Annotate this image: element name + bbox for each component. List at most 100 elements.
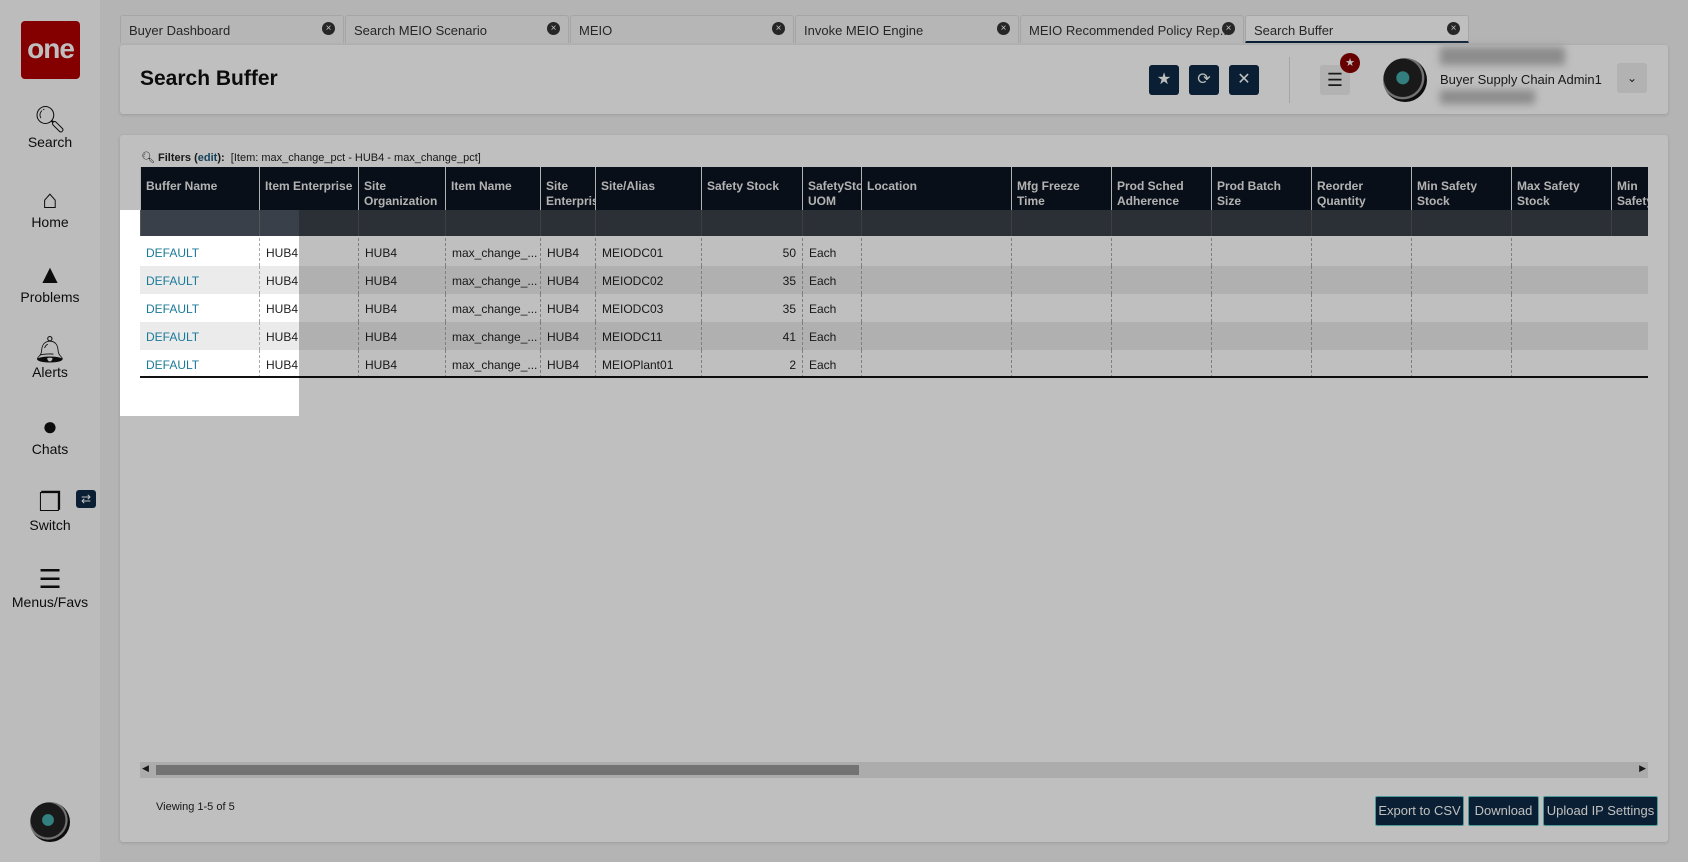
table-cell: HUB4 [358, 322, 445, 350]
table-cell: 2 [701, 350, 802, 378]
column-filter-input[interactable] [358, 210, 445, 236]
menu-icon: ☰ [38, 564, 62, 594]
tab-buyer-dashboard[interactable]: Buyer Dashboard × [120, 15, 344, 43]
table-cell: 50 [701, 238, 802, 266]
column-filter-input[interactable] [1111, 210, 1211, 236]
sidebar-item-menus-favs[interactable]: ☰ Menus/Favs [0, 564, 100, 610]
table-cell [1311, 294, 1411, 322]
column-filter-input[interactable] [1611, 210, 1648, 236]
table-cell: max_change_... [445, 322, 540, 350]
table-cell [1511, 238, 1611, 266]
warning-icon: ▲ [37, 259, 63, 289]
table-cell [1211, 266, 1311, 294]
table-cell: HUB4 [540, 322, 595, 350]
tab-search-buffer[interactable]: Search Buffer × [1245, 15, 1469, 43]
sidebar-item-home[interactable]: ⌂ Home [0, 184, 100, 230]
table-cell: MEIOPlant01 [595, 350, 701, 378]
chevron-down-icon: ⌄ [1626, 71, 1638, 85]
table-cell [1011, 266, 1111, 294]
close-tab-icon[interactable]: × [1447, 22, 1460, 35]
column-filter-input[interactable] [701, 210, 802, 236]
user-avatar[interactable] [1383, 58, 1427, 102]
upload-ip-settings-button[interactable]: Upload IP Settings [1543, 796, 1658, 826]
table-cell: Each [802, 350, 861, 378]
column-filter-input[interactable] [861, 210, 1011, 236]
tab-meio-recommended-policy-rep-[interactable]: MEIO Recommended Policy Rep... × [1020, 15, 1244, 43]
sidebar-item-chats[interactable]: ● Chats [0, 411, 100, 457]
buffer-name-link[interactable]: DEFAULT [140, 238, 259, 266]
tab-label: Search Buffer [1254, 23, 1334, 38]
sidebar-item-alerts[interactable]: 🔔︎ Alerts [0, 334, 100, 380]
user-avatar[interactable] [30, 802, 70, 842]
column-filter-input[interactable] [1211, 210, 1311, 236]
buffer-name-link[interactable]: DEFAULT [140, 294, 259, 322]
close-tab-icon[interactable]: × [547, 22, 560, 35]
scroll-left-icon[interactable]: ◀ [142, 763, 149, 774]
sidebar-item-label: Chats [31, 441, 69, 457]
chat-icon: ● [42, 411, 58, 441]
table-cell [861, 294, 1011, 322]
page-header: Search Buffer ★ ⟳ ✕ ☰ ★ Buyer Supply Cha… [120, 45, 1668, 114]
close-tab-icon[interactable]: × [772, 22, 785, 35]
scroll-right-icon[interactable]: ▶ [1639, 763, 1646, 774]
table-cell [1211, 294, 1311, 322]
column-filter-input[interactable] [1511, 210, 1611, 236]
close-page-button[interactable]: ✕ [1229, 65, 1259, 95]
app-logo[interactable]: one [21, 21, 80, 79]
favorites-badge-star-icon: ★ [1340, 53, 1360, 73]
buffer-name-link[interactable]: DEFAULT [140, 322, 259, 350]
buffer-name-link[interactable]: DEFAULT [140, 350, 259, 378]
table-cell: MEIODC02 [595, 266, 701, 294]
menu-icon: ☰ [1326, 70, 1344, 90]
table-cell [1011, 350, 1111, 378]
column-filter-input[interactable] [1311, 210, 1411, 236]
column-filter-input[interactable] [802, 210, 861, 236]
column-filter-input[interactable] [140, 210, 259, 236]
table-cell [1111, 266, 1211, 294]
column-filter-input[interactable] [259, 210, 358, 236]
tab-search-meio-scenario[interactable]: Search MEIO Scenario × [345, 15, 569, 43]
tab-meio[interactable]: MEIO × [570, 15, 794, 43]
sidebar-item-label: Search [27, 134, 73, 150]
horizontal-scrollbar[interactable]: ◀ ▶ [140, 762, 1648, 778]
sidebar-item-label: Switch [29, 517, 71, 533]
table-cell: Each [802, 266, 861, 294]
sidebar-item-search[interactable]: 🔍︎ Search [0, 104, 100, 150]
search-icon: 🔍︎ [33, 104, 67, 134]
close-tab-icon[interactable]: × [322, 22, 335, 35]
table-cell [1511, 266, 1611, 294]
tab-label: Search MEIO Scenario [354, 23, 487, 38]
sidebar-item-problems[interactable]: ▲ Problems [0, 259, 100, 305]
table-row: DEFAULT HUB4 HUB4 max_change_... HUB4 MEIODC0… [140, 266, 1648, 294]
table-cell [1111, 238, 1211, 266]
table-cell [861, 238, 1011, 266]
buffer-name-link[interactable]: DEFAULT [140, 266, 259, 294]
column-filter-input[interactable] [595, 210, 701, 236]
export-csv-button[interactable]: Export to CSV [1375, 796, 1464, 826]
column-filter-input[interactable] [1011, 210, 1111, 236]
tab-invoke-meio-engine[interactable]: Invoke MEIO Engine × [795, 15, 1019, 43]
table-cell: HUB4 [358, 350, 445, 378]
scrollbar-thumb[interactable] [156, 765, 859, 775]
table-cell [861, 266, 1011, 294]
table-row: DEFAULT HUB4 HUB4 max_change_... HUB4 MEIODC1… [140, 322, 1648, 350]
table-cell [1011, 294, 1111, 322]
user-menu-dropdown[interactable]: ⌄ [1617, 63, 1647, 93]
table-cell: HUB4 [358, 294, 445, 322]
edit-filters-link[interactable]: edit [198, 152, 218, 164]
table-cell: HUB4 [259, 350, 358, 378]
download-button[interactable]: Download [1468, 796, 1539, 826]
switch-badge-icon: ⇄ [76, 490, 96, 508]
column-filter-input[interactable] [1411, 210, 1511, 236]
bell-icon: 🔔︎ [33, 334, 67, 364]
column-filter-input[interactable] [540, 210, 595, 236]
table-cell: 35 [701, 266, 802, 294]
refresh-button[interactable]: ⟳ [1189, 65, 1219, 95]
tab-label: MEIO Recommended Policy Rep... [1029, 23, 1231, 38]
close-tab-icon[interactable]: × [997, 22, 1010, 35]
column-filter-input[interactable] [445, 210, 540, 236]
close-tab-icon[interactable]: × [1222, 22, 1235, 35]
favorite-button[interactable]: ★ [1149, 65, 1179, 95]
table-cell [1311, 238, 1411, 266]
table-cell: Each [802, 294, 861, 322]
